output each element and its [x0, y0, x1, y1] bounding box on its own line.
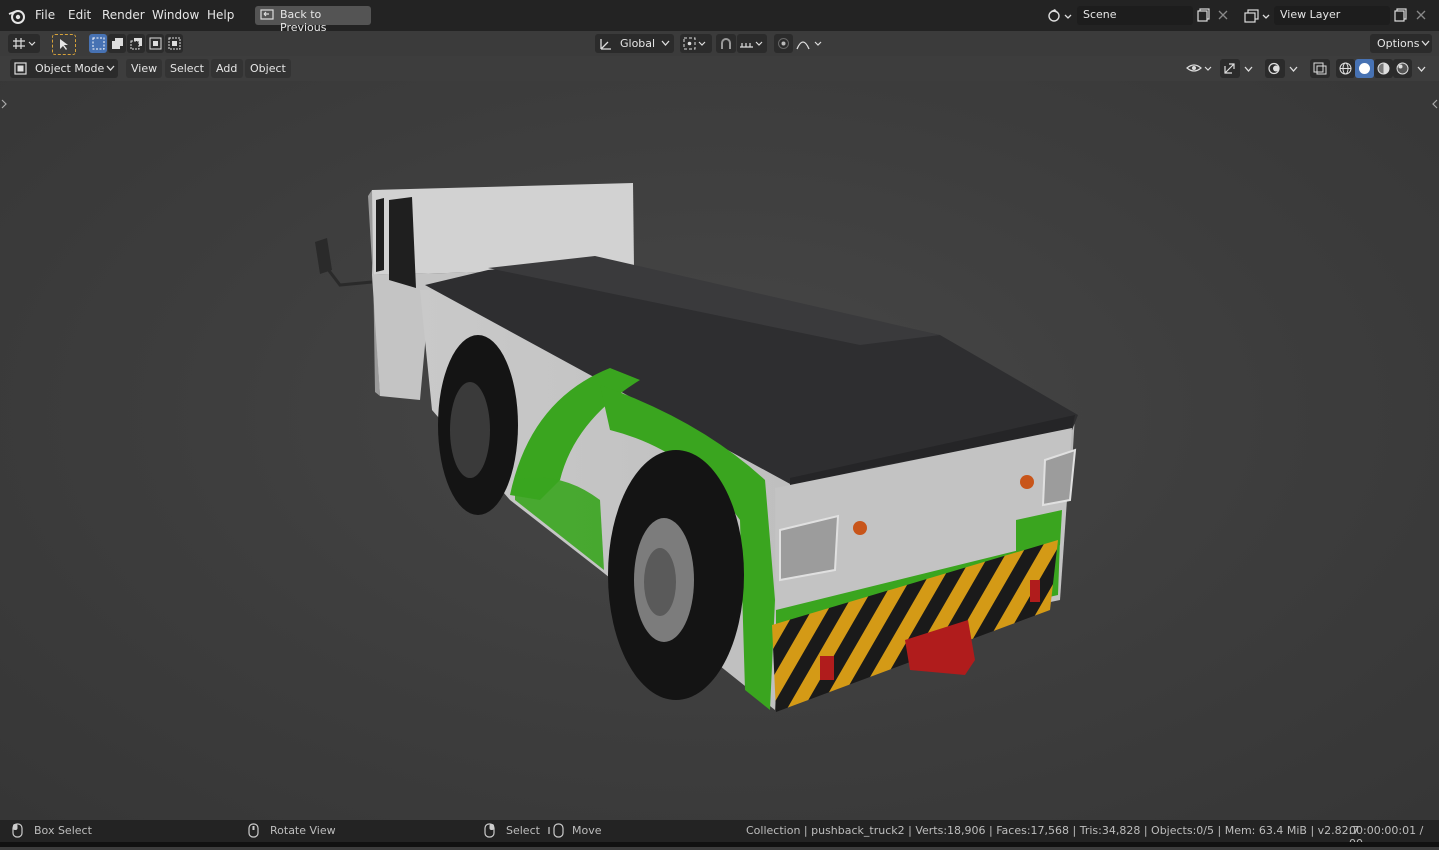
pivot-icon — [683, 37, 706, 50]
mouse-drag-icon — [548, 823, 564, 838]
object-mode-label: Object Mode — [35, 62, 105, 75]
shading-wire-icon — [1339, 62, 1352, 75]
proportional-icon — [778, 38, 789, 49]
gizmo-toggle[interactable] — [1220, 59, 1240, 78]
chevron-down-icon — [106, 65, 115, 71]
tool-settings-bar: Global Options — [0, 31, 1439, 56]
menu-object[interactable]: Object — [245, 59, 291, 78]
object-mode-icon — [14, 62, 27, 75]
chevron-down-icon — [1421, 40, 1430, 46]
back-icon — [260, 9, 274, 20]
rotate-view-hint: Rotate View — [270, 824, 336, 837]
3d-viewport[interactable] — [0, 81, 1439, 820]
menu-help[interactable]: Help — [207, 8, 234, 22]
delete-scene-icon[interactable] — [1218, 10, 1228, 20]
new-scene-icon[interactable] — [1197, 8, 1211, 22]
menu-edit[interactable]: Edit — [68, 8, 91, 22]
select-extend-icon — [112, 38, 123, 49]
scene-statistics: Collection | pushback_truck2 | Verts:18,… — [746, 824, 1360, 837]
transform-orientation-label: Global — [620, 37, 656, 50]
shading-solid-icon — [1359, 63, 1370, 74]
mouse-middle-icon — [248, 823, 259, 838]
orientation-icon — [600, 39, 611, 50]
falloff-curve-icon — [796, 41, 822, 50]
shading-rendered-button[interactable] — [1393, 59, 1412, 78]
select-mode-intersect[interactable] — [165, 34, 183, 53]
shading-rendered-icon — [1396, 62, 1409, 75]
menu-select[interactable]: Select — [165, 59, 209, 78]
menu-add[interactable]: Add — [211, 59, 243, 78]
menu-object-label: Object — [250, 62, 286, 75]
gizmo-dropdown-chevron-icon[interactable] — [1244, 66, 1253, 73]
menu-select-label: Select — [170, 62, 204, 75]
sidebar-expand-icon[interactable] — [1432, 99, 1438, 109]
shading-solid-button[interactable] — [1355, 59, 1374, 78]
select-new-icon — [92, 37, 105, 50]
scene-icon[interactable] — [1046, 7, 1074, 25]
mouse-right-icon — [484, 823, 495, 838]
overlay-dropdown-chevron-icon[interactable] — [1289, 66, 1298, 73]
xray-toggle[interactable] — [1310, 59, 1330, 78]
menu-window[interactable]: Window — [152, 8, 199, 22]
new-view-layer-icon[interactable] — [1394, 8, 1408, 22]
proportional-edit-toggle[interactable] — [774, 34, 793, 53]
shading-wireframe-button[interactable] — [1336, 59, 1355, 78]
object-mode-dropdown[interactable]: Object Mode — [10, 59, 118, 78]
menu-view[interactable]: View — [126, 59, 162, 78]
object-visibility-dropdown[interactable] — [1184, 59, 1216, 78]
view-layer-text: View Layer — [1280, 8, 1341, 21]
scene-name-text: Scene — [1083, 8, 1117, 21]
snap-increment-icon — [740, 41, 763, 48]
truck-model — [315, 183, 1078, 712]
scene-name-field[interactable]: Scene — [1077, 6, 1193, 25]
overlay-toggle[interactable] — [1265, 59, 1285, 78]
active-tool-button[interactable] — [52, 34, 76, 55]
menu-render[interactable]: Render — [102, 8, 145, 22]
box-select-hint: Box Select — [34, 824, 92, 837]
visibility-icon — [1186, 64, 1212, 72]
options-dropdown[interactable]: Options — [1370, 34, 1432, 53]
shading-options-chevron-icon[interactable] — [1417, 66, 1426, 73]
status-bar: Box Select Rotate View Select Move Colle… — [0, 820, 1439, 850]
move-hint: Move — [572, 824, 602, 837]
menu-view-label: View — [131, 62, 158, 75]
blender-icon[interactable] — [8, 7, 26, 25]
gizmo-icon — [1224, 63, 1235, 74]
view-layer-icon[interactable] — [1243, 7, 1273, 25]
snap-target-dropdown[interactable] — [737, 34, 767, 53]
menu-add-label: Add — [216, 62, 238, 75]
os-taskbar-strip — [0, 842, 1439, 847]
shading-material-icon — [1377, 62, 1390, 75]
editor-type-dropdown[interactable] — [8, 34, 40, 53]
shading-material-button[interactable] — [1374, 59, 1393, 78]
select-intersect-icon — [168, 37, 181, 50]
delete-view-layer-icon[interactable] — [1416, 10, 1426, 20]
select-hint: Select — [506, 824, 540, 837]
overlay-icon — [1268, 62, 1280, 75]
viewport-header: Object Mode View Select Add Object — [0, 57, 1439, 81]
toolbar-expand-icon[interactable] — [1, 99, 7, 109]
select-mode-subtract[interactable] — [127, 34, 145, 53]
view-layer-field[interactable]: View Layer — [1274, 6, 1390, 25]
select-mode-invert[interactable] — [146, 34, 164, 53]
select-invert-icon — [149, 37, 162, 50]
select-tool-icon — [60, 39, 68, 50]
menu-file[interactable]: File — [35, 8, 55, 22]
select-mode-extend[interactable] — [108, 34, 126, 53]
proportional-falloff-dropdown[interactable] — [794, 34, 824, 53]
transform-orientation-dropdown[interactable]: Global — [595, 34, 674, 53]
select-subtract-icon — [130, 38, 142, 50]
top-bar: File Edit Render Window Help Back to Pre… — [0, 0, 1439, 34]
xray-icon — [1313, 62, 1327, 75]
select-mode-new[interactable] — [89, 34, 107, 53]
pivot-point-dropdown[interactable] — [680, 34, 712, 53]
mouse-left-icon — [12, 823, 23, 838]
chevron-down-icon — [661, 40, 670, 46]
editor-type-icon — [13, 38, 36, 49]
snap-icon — [721, 38, 731, 49]
snap-toggle[interactable] — [716, 34, 736, 53]
back-to-previous-button[interactable]: Back to Previous — [255, 6, 371, 34]
options-label: Options — [1377, 37, 1420, 50]
